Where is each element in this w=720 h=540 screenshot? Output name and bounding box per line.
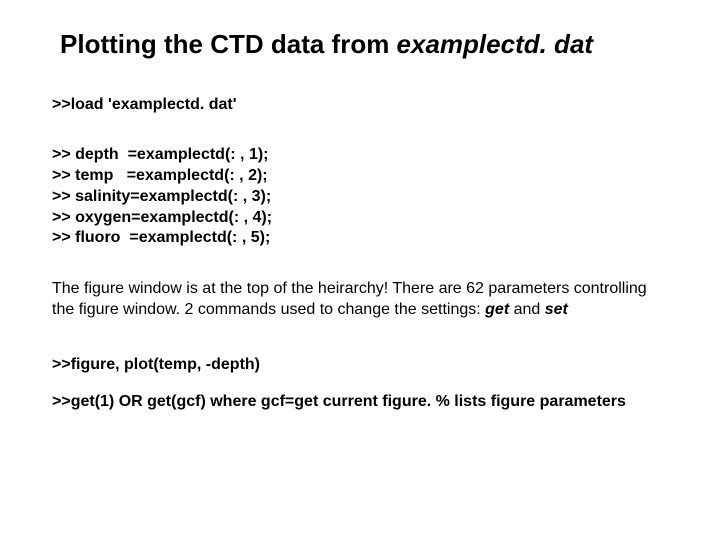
keyword-get: get: [485, 301, 509, 318]
slide: Plotting the CTD data from examplectd. d…: [0, 0, 720, 540]
keyword-set: set: [545, 301, 568, 318]
explanation-paragraph: The figure window is at the top of the h…: [52, 279, 672, 321]
code-get: >>get(1) OR get(gcf) where gcf=get curre…: [52, 392, 672, 413]
title-filename: examplectd. dat: [397, 29, 594, 59]
code-plot: >>figure, plot(temp, -depth): [52, 355, 672, 376]
title-prefix: Plotting the CTD data from: [60, 29, 397, 59]
slide-title: Plotting the CTD data from examplectd. d…: [60, 28, 672, 61]
para-mid: and: [509, 301, 545, 318]
code-assignments: >> depth =examplectd(: , 1); >> temp =ex…: [52, 145, 672, 249]
code-load: >>load 'examplectd. dat': [52, 95, 672, 116]
